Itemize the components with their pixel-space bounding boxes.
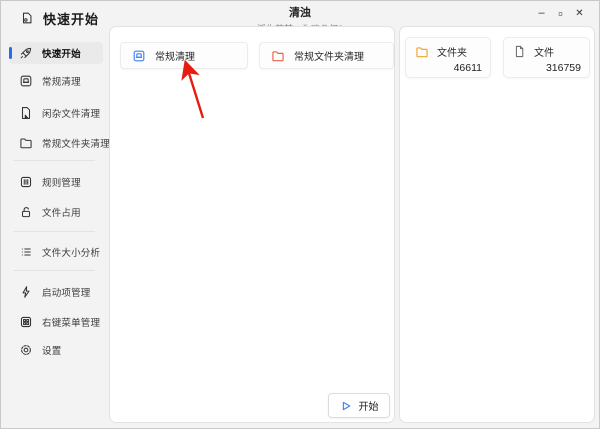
sidebar-item-label: 常规文件夹清理 (42, 136, 110, 150)
action-label: 常规清理 (155, 48, 195, 63)
sidebar-item-label: 文件大小分析 (42, 245, 100, 259)
sidebar-item-quick-start[interactable]: 快速开始 (9, 42, 103, 64)
sidebar-item-file-occupation[interactable]: 文件占用 (9, 201, 103, 223)
list-icon (19, 245, 33, 259)
red-pointer-arrow (170, 60, 210, 124)
page-title: 快速开始 (43, 9, 99, 28)
close-button[interactable]: ✕ (570, 5, 589, 21)
sidebar-divider (13, 160, 95, 161)
sidebar-item-file-size-analysis[interactable]: 文件大小分析 (9, 241, 103, 263)
stat-value-files: 316759 (513, 62, 581, 74)
app-window: 快速开始 清浊 浮生若梦，为欢几何? – ▫ ✕ 快速开始 (0, 0, 600, 429)
menu-grid-icon (19, 315, 33, 329)
sidebar-item-label: 文件占用 (42, 205, 81, 219)
folder-icon (415, 45, 429, 59)
stat-label: 文件 (534, 44, 554, 59)
rules-icon (19, 175, 33, 189)
sidebar-item-label: 设置 (42, 343, 61, 357)
action-regular-folder-clean[interactable]: 常规文件夹清理 (259, 42, 394, 69)
play-icon (340, 400, 352, 412)
start-button[interactable]: 开始 (328, 393, 390, 418)
sidebar-item-context-menu-management[interactable]: 右键菜单管理 (9, 311, 103, 333)
folder-icon (19, 136, 33, 150)
clean-box-icon (132, 49, 146, 63)
sidebar-item-regular-clean[interactable]: 常规清理 (9, 70, 103, 92)
sidebar-item-label: 启动项管理 (42, 285, 91, 299)
rocket-icon (19, 46, 33, 60)
minimize-button[interactable]: – (532, 5, 551, 21)
selected-indicator (9, 47, 12, 59)
file-clean-icon (19, 106, 33, 120)
start-button-label: 开始 (359, 398, 379, 413)
sidebar: 快速开始 常规清理 闲杂文件清理 (1, 31, 106, 429)
main-panel: 常规清理 常规文件夹清理 (109, 26, 395, 423)
file-icon (513, 45, 526, 58)
header-left: 快速开始 (20, 9, 99, 27)
sidebar-item-label: 常规清理 (42, 74, 81, 88)
sidebar-divider (13, 231, 95, 232)
window-controls: – ▫ ✕ (532, 5, 589, 21)
action-label: 常规文件夹清理 (294, 48, 364, 63)
gear-icon (19, 343, 33, 357)
sidebar-item-settings[interactable]: 设置 (9, 339, 103, 361)
stat-value-folders: 46611 (415, 62, 482, 74)
stat-card-files[interactable]: 文件 316759 (503, 37, 590, 78)
sidebar-item-label: 右键菜单管理 (42, 315, 100, 329)
lock-open-icon (19, 205, 33, 219)
folder-icon (271, 49, 285, 63)
sidebar-item-regular-folder-clean[interactable]: 常规文件夹清理 (9, 132, 103, 154)
bolt-icon (19, 285, 33, 299)
sidebar-item-label: 规则管理 (42, 175, 81, 189)
sidebar-item-misc-file-clean[interactable]: 闲杂文件清理 (9, 102, 103, 124)
stat-label: 文件夹 (437, 44, 467, 59)
stat-card-folders[interactable]: 文件夹 46611 (405, 37, 491, 78)
action-regular-clean[interactable]: 常规清理 (120, 42, 248, 69)
maximize-button[interactable]: ▫ (551, 5, 570, 21)
sidebar-item-startup-management[interactable]: 启动项管理 (9, 281, 103, 303)
sidebar-item-label: 快速开始 (42, 46, 81, 60)
page-preview-icon (20, 11, 34, 25)
app-title: 清浊 (257, 4, 343, 20)
clean-box-icon (19, 74, 33, 88)
stats-panel: 文件夹 46611 文件 316759 (399, 26, 595, 423)
sidebar-item-label: 闲杂文件清理 (42, 106, 100, 120)
sidebar-item-rule-management[interactable]: 规则管理 (9, 171, 103, 193)
sidebar-divider (13, 270, 95, 271)
